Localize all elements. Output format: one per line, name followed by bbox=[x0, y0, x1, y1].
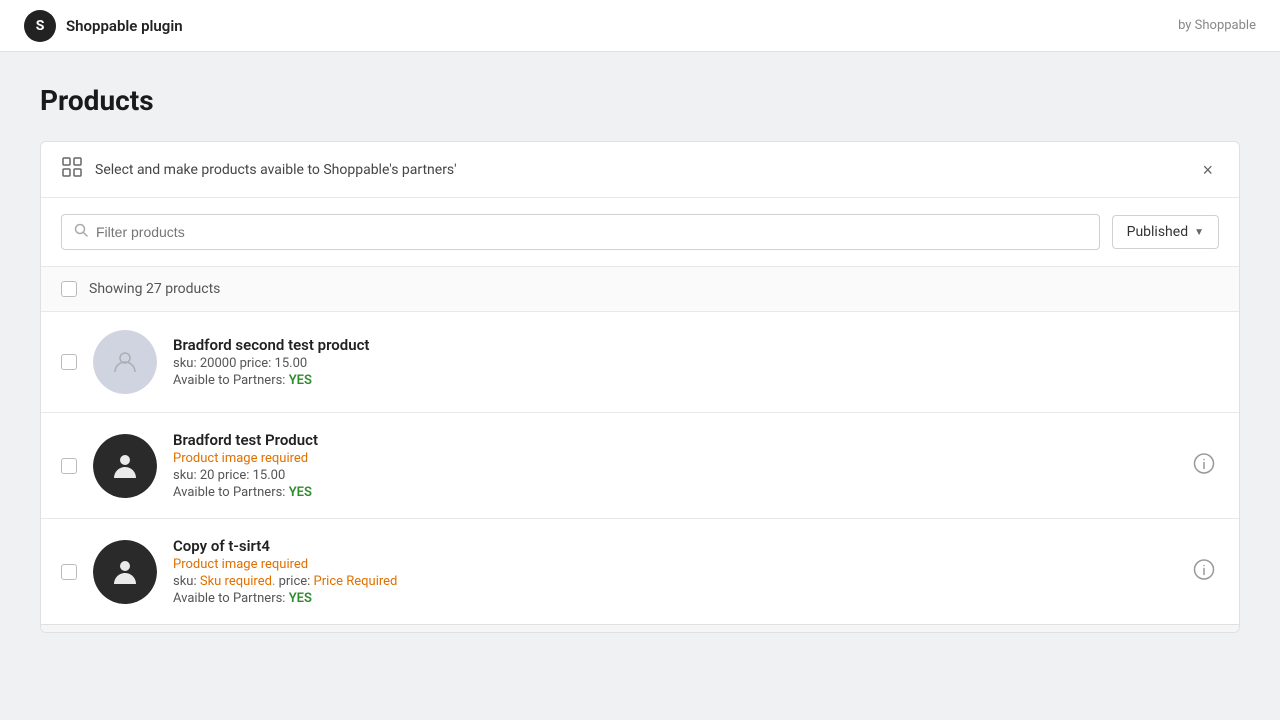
app-header: S Shoppable plugin by Shoppable bbox=[0, 0, 1280, 52]
search-icon bbox=[74, 223, 88, 241]
product-name: Copy of t-sirt4 bbox=[173, 537, 1219, 555]
table-row: Copy of t-sirt4 Product image required s… bbox=[41, 519, 1239, 624]
product-meta: sku: Sku required. price: Price Required bbox=[173, 574, 1219, 589]
product-thumbnail bbox=[93, 330, 157, 394]
product-checkbox[interactable] bbox=[61, 564, 77, 580]
product-thumbnail bbox=[93, 434, 157, 498]
brand-logo: S Shoppable plugin bbox=[24, 10, 183, 42]
partners-value: YES bbox=[289, 373, 312, 388]
brand-name: Shoppable plugin bbox=[66, 17, 183, 35]
banner-left: Select and make products avaible to Shop… bbox=[61, 156, 457, 183]
banner-close-button[interactable]: × bbox=[1196, 159, 1219, 181]
products-card: Select and make products avaible to Shop… bbox=[40, 141, 1240, 633]
product-info: Bradford second test product sku: 20000 … bbox=[173, 336, 1219, 388]
filter-row: Published ▼ bbox=[41, 198, 1239, 267]
product-checkbox[interactable] bbox=[61, 458, 77, 474]
info-icon[interactable] bbox=[1193, 558, 1215, 585]
header-byline: by Shoppable bbox=[1178, 18, 1256, 33]
brand-icon: S bbox=[24, 10, 56, 42]
products-list: Bradford second test product sku: 20000 … bbox=[41, 312, 1239, 624]
product-warning: Product image required bbox=[173, 557, 1219, 572]
page-title: Products bbox=[40, 84, 1240, 117]
product-meta: sku: 20000 price: 15.00 bbox=[173, 356, 1219, 371]
search-input[interactable] bbox=[96, 224, 1087, 240]
partners-value: YES bbox=[289, 591, 312, 606]
banner: Select and make products avaible to Shop… bbox=[41, 142, 1239, 198]
product-image-dark bbox=[93, 434, 157, 498]
product-info: Bradford test Product Product image requ… bbox=[173, 431, 1219, 500]
showing-row: Showing 27 products bbox=[41, 267, 1239, 312]
search-box[interactable] bbox=[61, 214, 1100, 250]
chevron-down-icon: ▼ bbox=[1194, 227, 1204, 238]
published-filter-dropdown[interactable]: Published ▼ bbox=[1112, 215, 1219, 249]
card-footer bbox=[41, 624, 1239, 632]
product-checkbox[interactable] bbox=[61, 354, 77, 370]
product-partners: Avaible to Partners: YES bbox=[173, 591, 1219, 606]
info-icon[interactable] bbox=[1193, 452, 1215, 479]
published-filter-label: Published bbox=[1127, 224, 1188, 240]
main-content: Products Select and make products avaibl… bbox=[0, 52, 1280, 665]
select-all-checkbox[interactable] bbox=[61, 281, 77, 297]
partners-value: YES bbox=[289, 485, 312, 500]
product-name: Bradford second test product bbox=[173, 336, 1219, 354]
product-partners: Avaible to Partners: YES bbox=[173, 373, 1219, 388]
banner-icon bbox=[61, 156, 83, 183]
product-image-dark bbox=[93, 540, 157, 604]
product-partners: Avaible to Partners: YES bbox=[173, 485, 1219, 500]
product-name: Bradford test Product bbox=[173, 431, 1219, 449]
banner-text: Select and make products avaible to Shop… bbox=[95, 162, 457, 178]
product-image-placeholder bbox=[93, 330, 157, 394]
table-row: Bradford second test product sku: 20000 … bbox=[41, 312, 1239, 413]
showing-count: Showing 27 products bbox=[89, 281, 220, 297]
product-warning: Product image required bbox=[173, 451, 1219, 466]
table-row: Bradford test Product Product image requ… bbox=[41, 413, 1239, 519]
product-info: Copy of t-sirt4 Product image required s… bbox=[173, 537, 1219, 606]
product-meta: sku: 20 price: 15.00 bbox=[173, 468, 1219, 483]
product-thumbnail bbox=[93, 540, 157, 604]
